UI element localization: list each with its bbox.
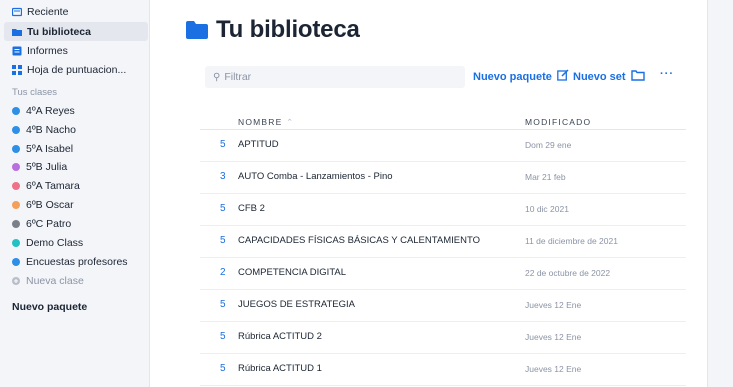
class-dot-icon xyxy=(12,257,20,266)
class-label: 6ºC Patro xyxy=(26,217,72,230)
class-dot-icon xyxy=(12,162,20,171)
sidebar-item-library[interactable]: Tu biblioteca xyxy=(4,22,148,41)
new-class-label: Nueva clase xyxy=(26,274,84,287)
class-dot-icon xyxy=(12,200,20,209)
recent-icon xyxy=(12,7,22,16)
class-item[interactable]: 5ºB Julia xyxy=(4,157,148,176)
item-name: APTITUD xyxy=(238,139,279,150)
column-header-modified[interactable]: MODIFICADO xyxy=(525,117,591,127)
sidebar: Reciente Tu biblioteca Informes Hoja de … xyxy=(0,0,150,387)
new-package-button[interactable]: Nuevo paquete xyxy=(473,71,552,83)
class-label: 6ºA Tamara xyxy=(26,179,80,192)
table-row[interactable]: 2 COMPETENCIA DIGITAL 22 de octubre de 2… xyxy=(200,258,686,290)
item-date: 11 de diciembre de 2021 xyxy=(525,236,618,246)
item-date: 10 dic 2021 xyxy=(525,204,569,214)
class-label: 5ºB Julia xyxy=(26,160,68,173)
item-date: Jueves 12 Ene xyxy=(525,332,582,342)
reports-icon xyxy=(12,46,22,55)
page-title: Tu biblioteca xyxy=(216,16,360,43)
item-name: JUEGOS DE ESTRATEGIA xyxy=(238,299,356,310)
class-label: 6ºB Oscar xyxy=(26,198,74,211)
item-count: 5 xyxy=(220,331,226,342)
class-label: 4ºB Nacho xyxy=(26,123,76,136)
sidebar-item-scoresheet[interactable]: Hoja de puntuacion... xyxy=(4,60,148,79)
right-edge-panel xyxy=(707,0,733,387)
new-set-icon[interactable] xyxy=(557,69,569,81)
sidebar-item-reports[interactable]: Informes xyxy=(4,41,148,60)
search-placeholder: Filtrar xyxy=(224,71,252,83)
class-item[interactable]: 5ºA Isabel xyxy=(4,139,148,158)
column-header-name[interactable]: NOMBRE ⌃ xyxy=(238,117,294,128)
item-date: Dom 29 ene xyxy=(525,140,572,150)
class-dot-icon xyxy=(12,238,20,247)
item-date: Jueves 12 Ene xyxy=(525,364,582,374)
item-count: 2 xyxy=(220,267,226,278)
table-row[interactable]: 5 CAPACIDADES FÍSICAS BÁSICAS Y CALENTAM… xyxy=(200,226,686,258)
table-row[interactable]: 5 JUEGOS DE ESTRATEGIA Jueves 12 Ene xyxy=(200,290,686,322)
item-name: CFB 2 xyxy=(238,203,265,214)
table-row[interactable]: 5 APTITUD Dom 29 ene xyxy=(200,130,686,162)
item-count: 5 xyxy=(220,235,226,246)
class-label: Demo Class xyxy=(26,236,84,249)
class-item[interactable]: 4ºA Reyes xyxy=(4,101,148,120)
sidebar-item-recent[interactable]: Reciente xyxy=(4,2,148,21)
item-count: 5 xyxy=(220,203,226,214)
class-dot-icon xyxy=(12,106,20,115)
search-icon: ⚲ xyxy=(213,71,221,83)
class-item[interactable]: 6ºA Tamara xyxy=(4,176,148,195)
class-dot-icon xyxy=(12,219,20,228)
class-item[interactable]: Encuestas profesores xyxy=(4,252,148,271)
item-name: Rúbrica ACTITUD 1 xyxy=(238,363,322,374)
item-count: 3 xyxy=(220,171,226,182)
classes-section-label: Tus clases xyxy=(12,87,58,98)
item-date: 22 de octubre de 2022 xyxy=(525,268,611,278)
item-count: 5 xyxy=(220,139,226,150)
class-item[interactable]: 6ºB Oscar xyxy=(4,195,148,214)
new-folder-icon[interactable] xyxy=(631,70,645,81)
table-row[interactable]: 5 Rúbrica ACTITUD 2 Jueves 12 Ene xyxy=(200,322,686,354)
class-label: 5ºA Isabel xyxy=(26,142,74,155)
class-item[interactable]: Demo Class xyxy=(4,233,148,252)
more-options-icon[interactable]: ··· xyxy=(660,68,674,80)
table-row[interactable]: 5 Rúbrica ACTITUD 1 Jueves 12 Ene xyxy=(200,354,686,386)
item-count: 5 xyxy=(220,299,226,310)
folder-icon xyxy=(12,28,22,36)
class-dot-icon xyxy=(12,125,20,134)
new-set-button[interactable]: Nuevo set xyxy=(573,71,626,83)
sidebar-item-label: Hoja de puntuacion... xyxy=(27,63,127,76)
new-package-sidebar-link[interactable]: Nuevo paquete xyxy=(12,301,87,313)
plus-circle-icon xyxy=(12,276,20,285)
class-dot-icon xyxy=(12,181,20,190)
item-name: AUTO Comba - Lanzamientos - Pino xyxy=(238,171,393,182)
sidebar-item-label: Tu biblioteca xyxy=(27,25,91,38)
table-row[interactable]: 3 AUTO Comba - Lanzamientos - Pino Mar 2… xyxy=(200,162,686,194)
class-item[interactable]: 4ºB Nacho xyxy=(4,120,148,139)
item-count: 5 xyxy=(220,363,226,374)
item-date: Jueves 12 Ene xyxy=(525,300,582,310)
new-class-button[interactable]: Nueva clase xyxy=(4,271,148,290)
item-date: Mar 21 feb xyxy=(525,172,566,182)
sidebar-item-label: Informes xyxy=(27,44,68,57)
class-dot-icon xyxy=(12,144,20,153)
class-item[interactable]: 6ºC Patro xyxy=(4,214,148,233)
page-header: Tu biblioteca xyxy=(186,16,360,44)
folder-icon xyxy=(186,21,208,39)
sort-up-icon: ⌃ xyxy=(286,117,295,127)
sidebar-item-label: Reciente xyxy=(27,5,69,18)
column-header-name-label: NOMBRE xyxy=(238,117,283,127)
item-name: COMPETENCIA DIGITAL xyxy=(238,267,347,278)
grid-icon xyxy=(12,64,22,75)
table-row[interactable]: 5 CFB 2 10 dic 2021 xyxy=(200,194,686,226)
item-name: Rúbrica ACTITUD 2 xyxy=(238,331,322,342)
class-label: Encuestas profesores xyxy=(26,255,128,268)
search-input[interactable]: ⚲ Filtrar xyxy=(205,66,465,88)
item-name: CAPACIDADES FÍSICAS BÁSICAS Y CALENTAMIE… xyxy=(238,235,480,246)
class-label: 4ºA Reyes xyxy=(26,104,75,117)
